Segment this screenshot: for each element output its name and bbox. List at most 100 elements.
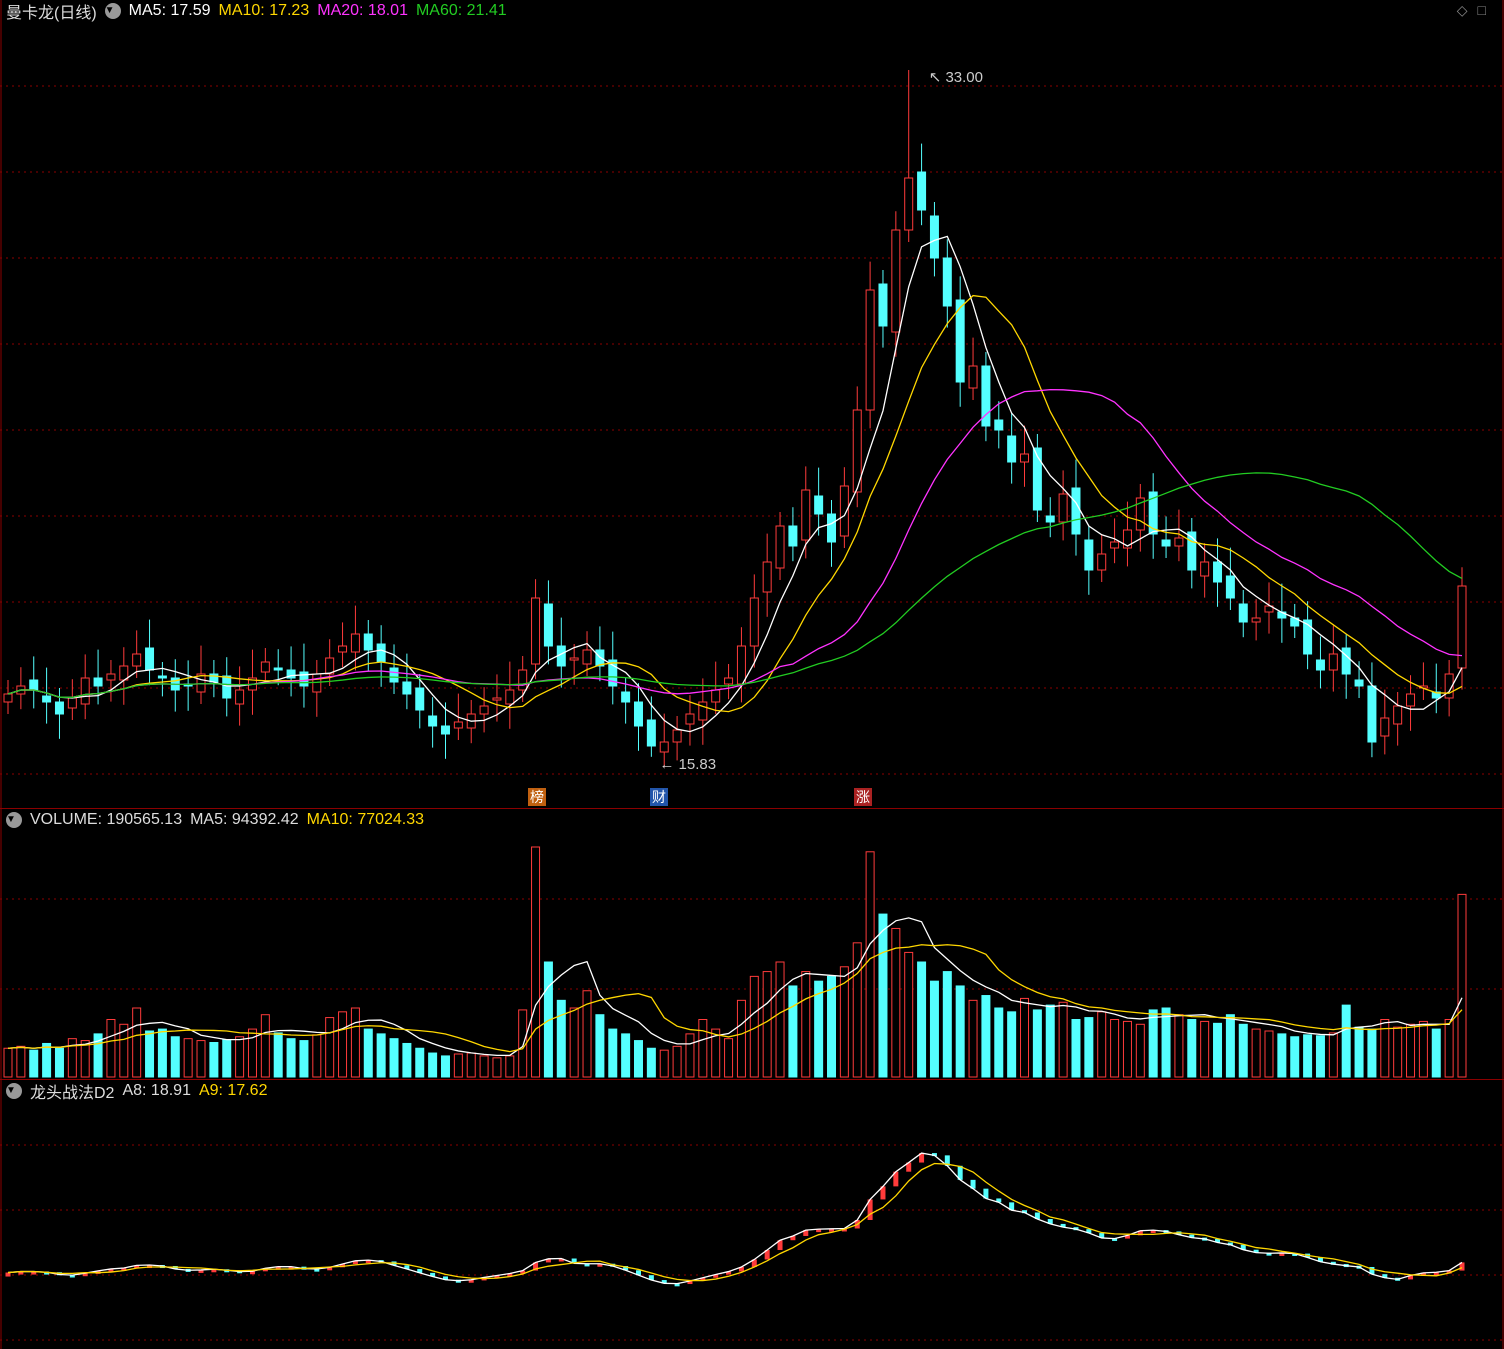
a8-line <box>7 1152 1463 1285</box>
indicator-panel[interactable]: ▼ 龙头战法D2 A8: 18.91 A9: 17.62 <box>0 1080 1504 1349</box>
volume-bar <box>363 1028 373 1078</box>
volume-bar <box>531 846 541 1078</box>
candle-body <box>595 649 605 667</box>
candle-body <box>93 677 103 687</box>
candle-body <box>402 681 412 695</box>
volume-bar <box>775 961 785 1078</box>
event-tag-cai[interactable]: 财 <box>650 788 668 806</box>
candle-body <box>569 657 579 661</box>
candle-body <box>1200 561 1210 577</box>
volume-bar <box>1135 1023 1145 1078</box>
volume-chart[interactable] <box>0 809 1504 1079</box>
volume-bar <box>955 985 965 1078</box>
candle-body <box>736 645 746 685</box>
settings-circle-icon[interactable]: ▼ <box>104 3 121 19</box>
candle-body <box>1161 539 1171 547</box>
volume-bar <box>1444 1019 1454 1078</box>
top-right-icons[interactable]: ◇□ <box>1457 2 1496 19</box>
candle-body <box>878 283 888 327</box>
candle-body <box>1045 515 1055 523</box>
candle-body <box>646 719 656 747</box>
volume-bar <box>492 1057 502 1078</box>
volume-bar <box>698 1019 708 1078</box>
candle-body <box>1406 693 1416 707</box>
candle-body <box>222 675 232 699</box>
volume-bar <box>556 999 566 1078</box>
volume-bar <box>569 1007 579 1078</box>
candle-body <box>955 299 965 383</box>
price-panel[interactable]: ↖ 33.00 ← 15.83 曼卡龙(日线) ▼ MA5: 17.59 MA10… <box>0 0 1504 808</box>
volume-bar <box>1264 1030 1274 1078</box>
volume-bar <box>16 1045 26 1078</box>
square-icon[interactable]: □ <box>1478 2 1496 18</box>
volume-bar <box>505 1055 515 1078</box>
candle-body <box>235 689 245 705</box>
volume-label: VOLUME: 190565.13 <box>30 811 183 828</box>
high-price-label: ↖ 33.00 <box>929 69 983 86</box>
candle-body <box>350 633 360 653</box>
candle-body <box>1110 541 1120 549</box>
volume-bar <box>1110 1019 1120 1078</box>
volume-settings-icon[interactable]: ▼ <box>6 812 22 828</box>
volume-bar <box>1161 1007 1171 1078</box>
candle-body <box>582 649 592 665</box>
volume-bar <box>917 961 927 1078</box>
candle-body <box>904 177 914 231</box>
candle-body <box>1020 453 1030 463</box>
volume-bar <box>659 1049 669 1078</box>
volume-bar <box>183 1038 193 1078</box>
indicator-chart[interactable] <box>0 1080 1504 1349</box>
volume-bar <box>145 1030 155 1078</box>
ma10-label: MA10: 17.23 <box>218 2 310 19</box>
candle-body <box>1393 705 1403 725</box>
candle-body <box>80 677 90 705</box>
stock-name: 曼卡龙(日线) <box>6 5 97 22</box>
candle-body <box>1007 435 1017 463</box>
diamond-icon[interactable]: ◇ <box>1457 2 1478 18</box>
volume-panel[interactable]: ▼ VOLUME: 190565.13 MA5: 94392.42 MA10: … <box>0 809 1504 1079</box>
volume-bar <box>801 971 811 1078</box>
candle-body <box>157 675 167 679</box>
candle-body <box>1084 539 1094 571</box>
volume-bar <box>479 1055 489 1078</box>
a9-line <box>7 1162 1463 1282</box>
volume-bar <box>1457 893 1467 1078</box>
volume-bar <box>157 1028 167 1078</box>
volume-bar <box>1187 1019 1197 1078</box>
candle-body <box>1367 685 1377 743</box>
candle-body <box>453 721 463 729</box>
volume-bar <box>1148 1009 1158 1078</box>
candle-body <box>827 513 837 543</box>
candle-body <box>67 697 77 709</box>
event-tag-bang[interactable]: 榜 <box>528 788 546 806</box>
volume-bar <box>453 1053 463 1078</box>
candle-body <box>505 689 515 705</box>
indicator-header: ▼ 龙头战法D2 A8: 18.91 A9: 17.62 <box>6 1080 267 1102</box>
volume-bar <box>1084 1017 1094 1078</box>
volume-bar <box>376 1033 386 1078</box>
candle-body <box>29 679 39 691</box>
volume-bar <box>1122 1020 1132 1078</box>
indicator-settings-icon[interactable]: ▼ <box>6 1083 22 1099</box>
volume-bar <box>286 1038 296 1078</box>
volume-bar <box>235 1036 245 1078</box>
volume-bar <box>1007 1011 1017 1078</box>
candle-body <box>1380 717 1390 737</box>
volume-bar <box>646 1047 656 1078</box>
candle-body <box>145 647 155 671</box>
low-price-label: ← 15.83 <box>659 756 716 773</box>
price-chart[interactable]: ↖ 33.00 ← 15.83 <box>0 0 1504 808</box>
candle-body <box>106 673 116 681</box>
volume-bar <box>389 1038 399 1078</box>
volume-bar <box>1200 1020 1210 1078</box>
indicator-bar <box>5 1272 11 1277</box>
candle-body <box>865 289 875 411</box>
candle-body <box>1238 603 1248 623</box>
event-tag-zhang[interactable]: 涨 <box>854 788 872 806</box>
candle-body <box>801 489 811 541</box>
candle-body <box>994 419 1004 431</box>
volume-bar <box>415 1047 425 1078</box>
volume-bar <box>222 1039 232 1078</box>
volume-bar <box>1303 1034 1313 1078</box>
volume-bar <box>1277 1033 1287 1078</box>
